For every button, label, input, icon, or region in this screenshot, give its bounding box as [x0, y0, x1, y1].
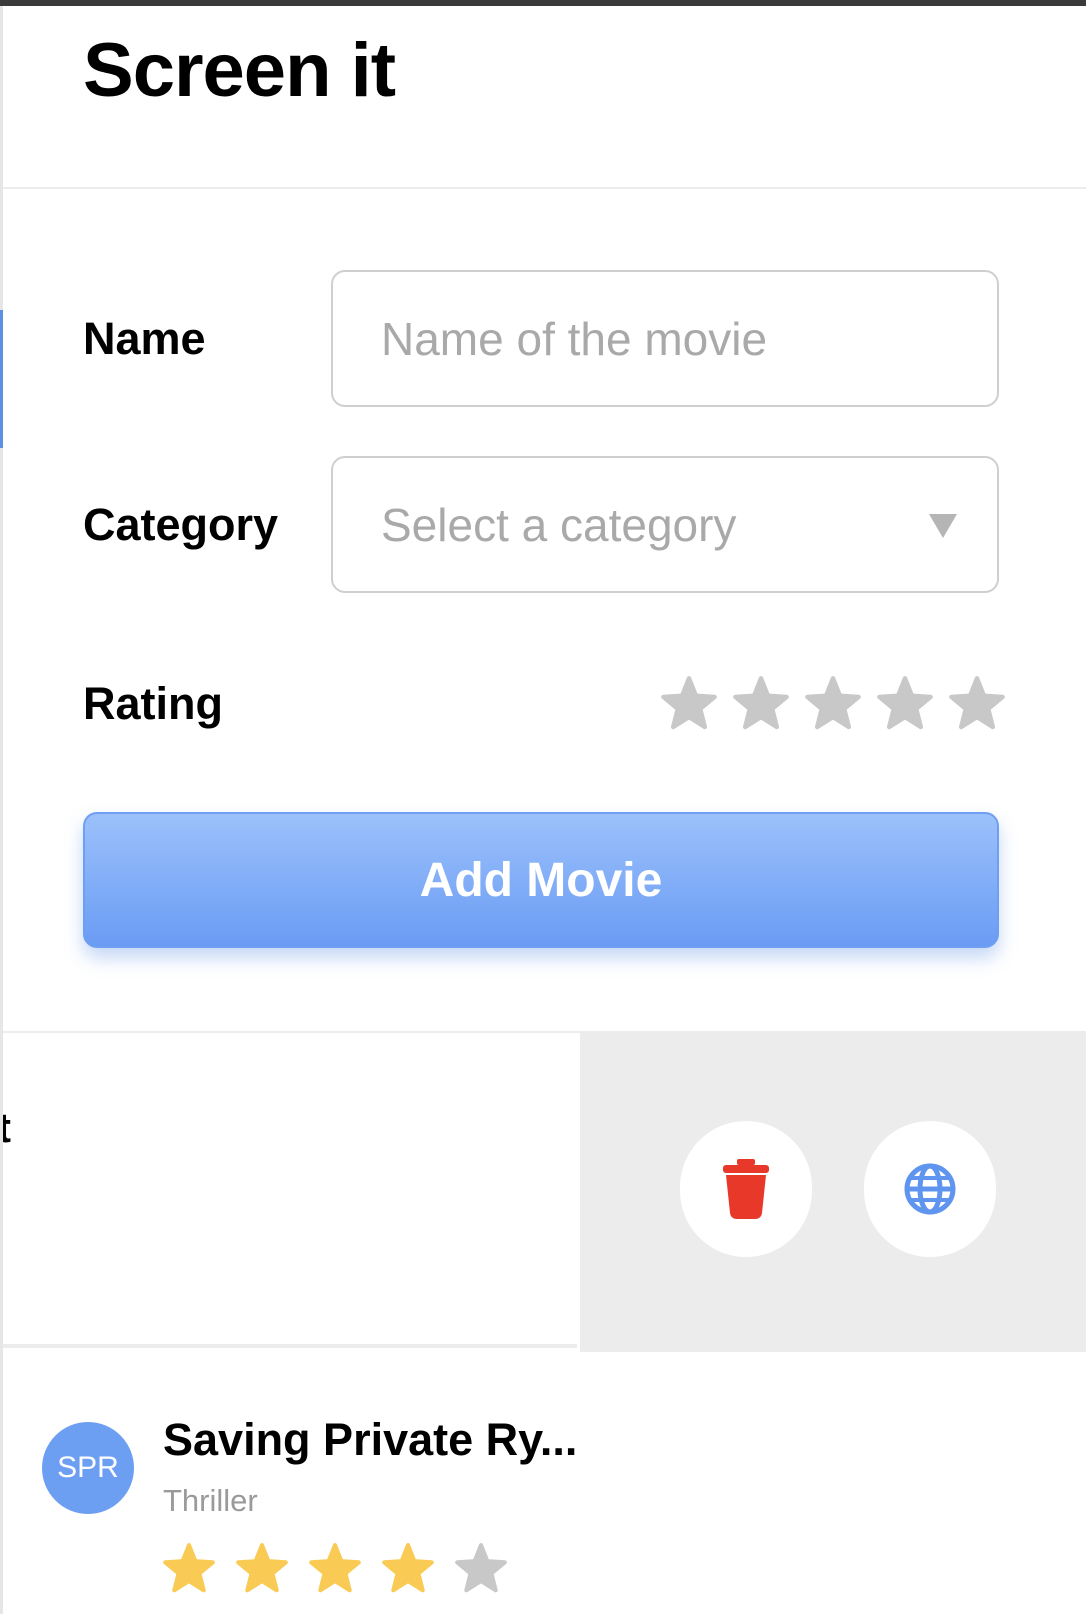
rating-input: [661, 675, 1005, 731]
star-filled-icon: [236, 1543, 288, 1593]
web-button[interactable]: [864, 1121, 996, 1257]
swiped-row-title: t: [3, 1103, 11, 1153]
swiped-row-content[interactable]: t: [3, 1033, 577, 1348]
header: Screen it: [3, 6, 1086, 189]
movie-name-input[interactable]: [331, 270, 999, 407]
add-movie-button[interactable]: Add Movie: [83, 812, 999, 948]
movie-category: Thriller: [163, 1483, 258, 1518]
star-filled-icon: [163, 1543, 215, 1593]
globe-icon: [904, 1163, 956, 1215]
name-label: Name: [83, 313, 206, 364]
star-empty-icon[interactable]: [661, 675, 717, 731]
movie-rating: [163, 1542, 507, 1594]
star-empty-icon: [455, 1543, 507, 1593]
trash-icon: [723, 1159, 769, 1219]
category-select[interactable]: Select a category: [331, 456, 999, 593]
star-empty-icon[interactable]: [877, 675, 933, 731]
rating-label: Rating: [83, 678, 223, 729]
movie-list-item[interactable]: SPR Saving Private Ry... Thriller: [3, 1350, 1086, 1614]
page-title: Screen it: [83, 28, 396, 113]
star-empty-icon[interactable]: [949, 675, 1005, 731]
star-empty-icon[interactable]: [733, 675, 789, 731]
star-filled-icon: [309, 1543, 361, 1593]
star-empty-icon[interactable]: [805, 675, 861, 731]
delete-button[interactable]: [680, 1121, 812, 1257]
avatar: SPR: [42, 1422, 134, 1514]
star-filled-icon: [382, 1543, 434, 1593]
add-movie-form: Name Category Select a category Rating A…: [3, 189, 1086, 1031]
category-select-value: Select a category: [381, 499, 737, 551]
swiped-movie-row: t: [3, 1031, 1086, 1352]
swipe-actions: [580, 1033, 1086, 1352]
chevron-down-icon: [929, 514, 957, 538]
category-label: Category: [83, 499, 279, 550]
app-screen: Screen it Name Category Select a categor…: [0, 0, 1086, 1614]
movie-title: Saving Private Ry...: [163, 1414, 578, 1465]
